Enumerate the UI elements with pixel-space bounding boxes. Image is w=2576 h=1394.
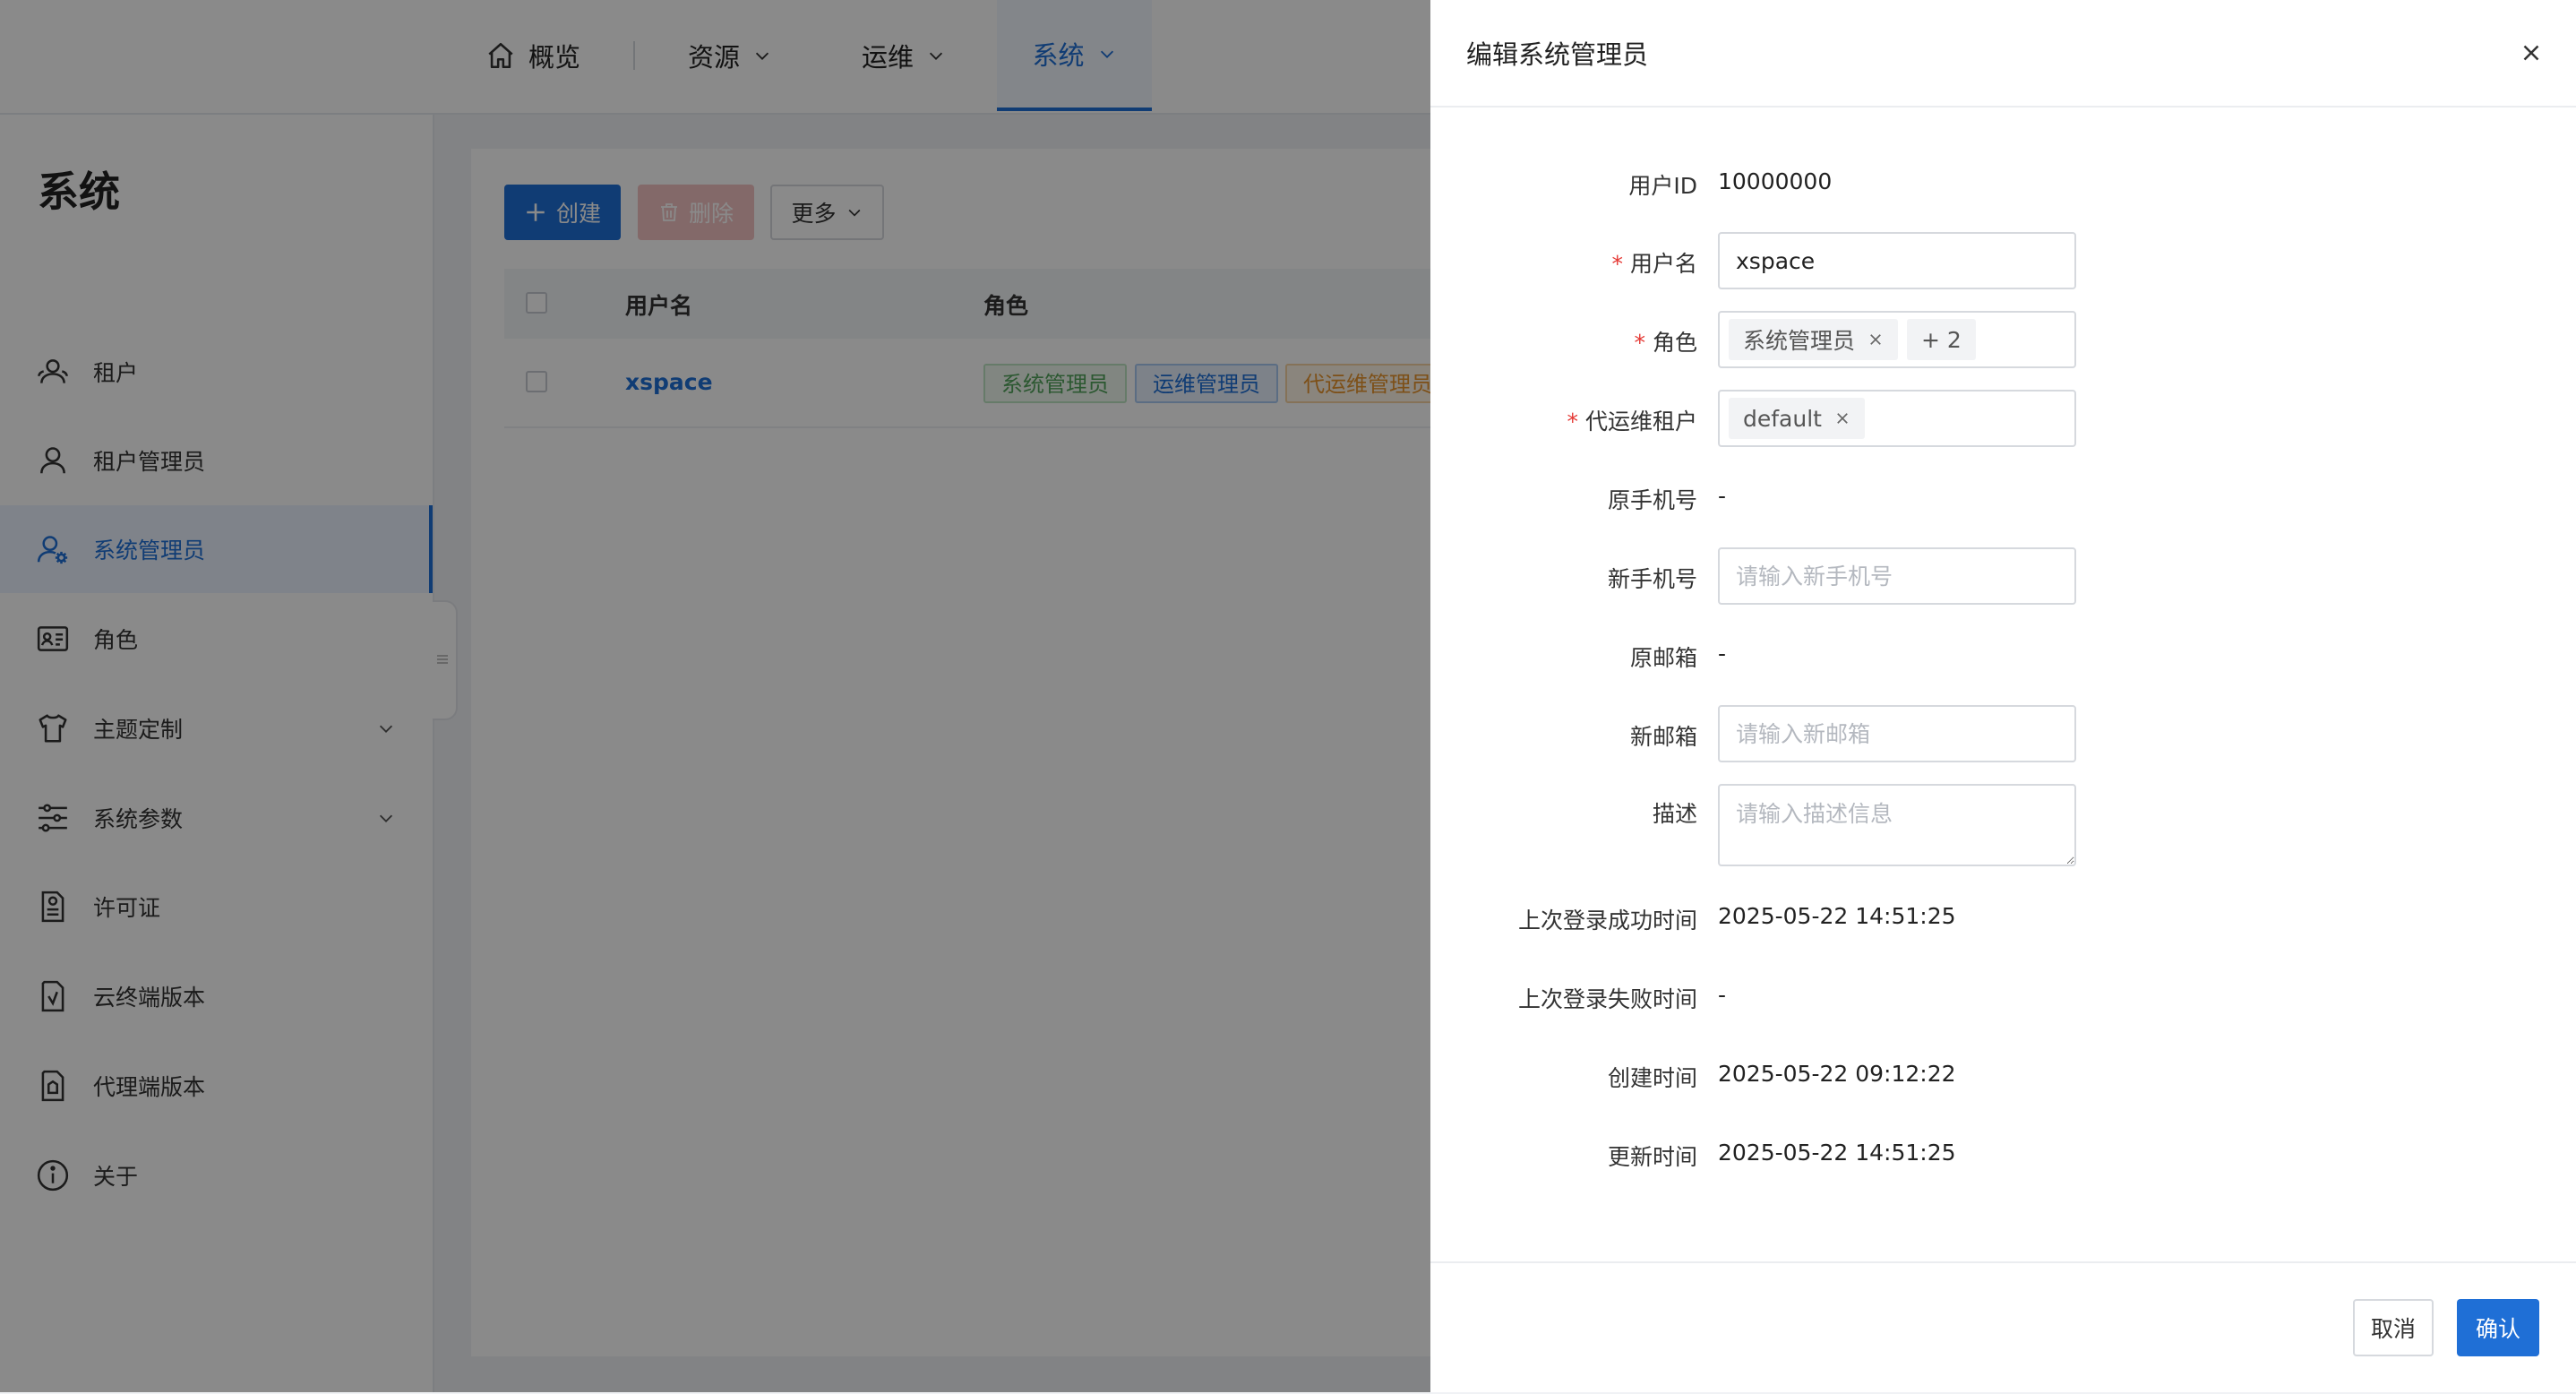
confirm-button[interactable]: 确认	[2457, 1299, 2539, 1356]
field-description: 描述	[1430, 784, 2576, 866]
field-created: 创建时间 2025-05-22 09:12:22	[1430, 1046, 2576, 1104]
last-login-fail-value: -	[1718, 982, 1727, 1008]
close-icon[interactable]	[2518, 39, 2545, 66]
updated-value: 2025-05-22 14:51:25	[1718, 1140, 1956, 1166]
field-old-email: 原邮箱 -	[1430, 626, 2576, 684]
drawer-footer: 取消 确认	[1430, 1261, 2576, 1394]
field-label: * 代运维租户	[1567, 404, 1697, 436]
field-label: 原手机号	[1607, 487, 1697, 513]
description-textarea[interactable]	[1718, 784, 2076, 866]
remove-chip-icon[interactable]	[1834, 410, 1850, 426]
field-label: 上次登录失败时间	[1517, 986, 1697, 1012]
drawer-title: 编辑系统管理员	[1466, 39, 1649, 70]
field-label: * 角色	[1634, 325, 1697, 357]
field-label: 原邮箱	[1629, 645, 1697, 671]
last-login-success-value: 2025-05-22 14:51:25	[1718, 903, 1956, 929]
field-label: * 用户名	[1611, 246, 1697, 279]
field-label: 用户ID	[1628, 173, 1697, 199]
field-label-text: 代运维租户	[1584, 409, 1697, 435]
tenant-select[interactable]: default	[1718, 390, 2076, 447]
field-label: 新手机号	[1607, 566, 1697, 592]
username-input[interactable]	[1718, 232, 2076, 289]
field-label: 新邮箱	[1629, 724, 1697, 750]
old-phone-value: -	[1718, 483, 1727, 509]
cancel-button[interactable]: 取消	[2353, 1299, 2434, 1356]
role-chip: 系统管理员	[1729, 319, 1899, 360]
field-role: * 角色 系统管理员 + 2	[1430, 311, 2576, 368]
field-tenant: * 代运维租户 default	[1430, 390, 2576, 447]
field-label-text: 角色	[1652, 330, 1697, 356]
field-username: * 用户名	[1430, 232, 2576, 289]
field-old-phone: 原手机号 -	[1430, 469, 2576, 526]
field-label: 描述	[1652, 801, 1697, 827]
chip-label: default	[1743, 405, 1822, 432]
required-mark: *	[1611, 251, 1623, 277]
field-label: 创建时间	[1607, 1065, 1697, 1091]
chip-label: 系统管理员	[1743, 328, 1856, 354]
old-email-value: -	[1718, 641, 1727, 667]
remove-chip-icon[interactable]	[1868, 331, 1884, 348]
field-label: 上次登录成功时间	[1517, 908, 1697, 934]
field-label-text: 用户名	[1629, 251, 1697, 277]
field-new-email: 新邮箱	[1430, 705, 2576, 762]
field-new-phone: 新手机号	[1430, 547, 2576, 605]
new-phone-input[interactable]	[1718, 547, 2076, 605]
field-last-login-success: 上次登录成功时间 2025-05-22 14:51:25	[1430, 889, 2576, 946]
tenant-chip: default	[1729, 398, 1865, 439]
required-mark: *	[1634, 330, 1645, 356]
created-value: 2025-05-22 09:12:22	[1718, 1061, 1956, 1087]
drawer-header: 编辑系统管理员	[1430, 0, 2576, 108]
edit-drawer: 编辑系统管理员 用户ID 10000000 *用户名 *角色 系统管理员 + 2…	[1430, 0, 2576, 1392]
user-id-value: 10000000	[1718, 168, 1833, 194]
more-roles-chip: + 2	[1907, 319, 1976, 360]
field-updated: 更新时间 2025-05-22 14:51:25	[1430, 1125, 2576, 1183]
modal-overlay[interactable]	[0, 0, 1430, 1392]
field-label: 更新时间	[1607, 1144, 1697, 1170]
field-user-id: 用户ID 10000000	[1430, 154, 2576, 211]
required-mark: *	[1567, 409, 1578, 435]
new-email-input[interactable]	[1718, 705, 2076, 762]
role-select[interactable]: 系统管理员 + 2	[1718, 311, 2076, 368]
field-last-login-fail: 上次登录失败时间 -	[1430, 968, 2576, 1025]
